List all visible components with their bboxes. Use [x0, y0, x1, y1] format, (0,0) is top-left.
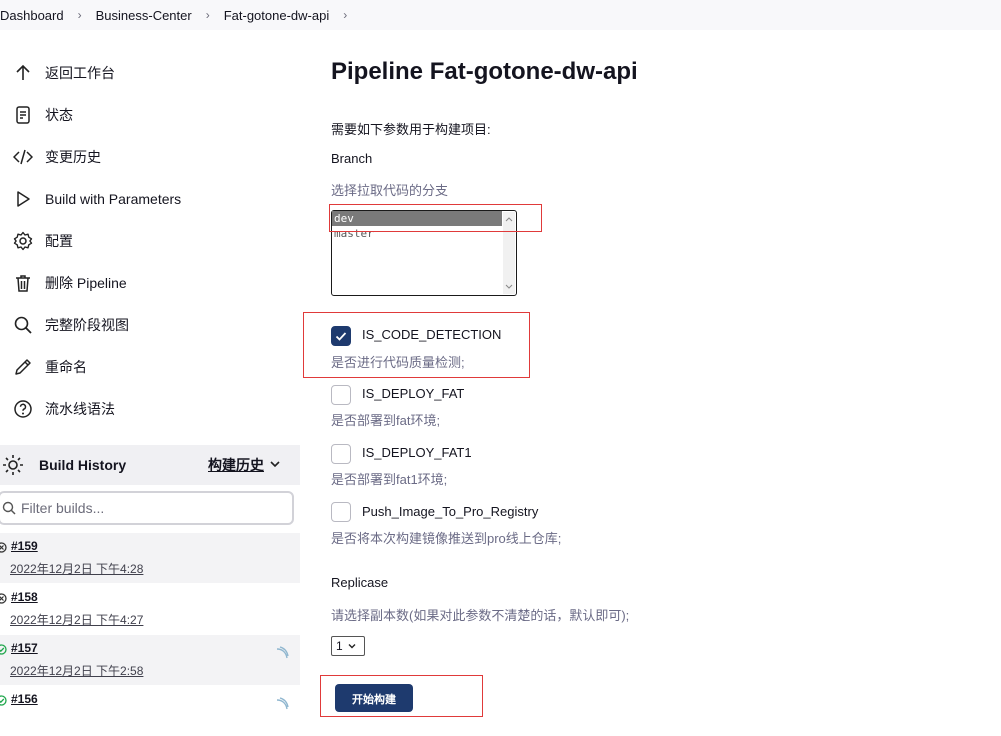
start-build-button[interactable]: 开始构建 — [335, 684, 413, 712]
replicase-select[interactable]: 1 — [331, 636, 365, 656]
build-number-link[interactable]: #159 — [11, 539, 38, 553]
sidebar-item-label: 返回工作台 — [45, 65, 115, 81]
listbox-scrollbar[interactable] — [503, 212, 515, 294]
sidebar: 返回工作台 状态 变更历史 Build with Parameters 配置 删… — [0, 52, 300, 430]
code-icon — [12, 146, 34, 168]
sidebar-item-label: 删除 Pipeline — [45, 275, 127, 291]
branch-select-list[interactable]: dev master — [331, 210, 517, 296]
sidebar-item-changes[interactable]: 变更历史 — [0, 136, 300, 178]
sidebar-item-status[interactable]: 状态 — [0, 94, 300, 136]
page-title: Pipeline Fat-gotone-dw-api — [331, 58, 638, 85]
sidebar-item-label: 流水线语法 — [45, 401, 115, 417]
gear-icon — [12, 230, 34, 252]
filter-builds-placeholder: Filter builds... — [21, 500, 105, 516]
sidebar-item-label: 状态 — [45, 107, 73, 123]
push-image-checkbox[interactable] — [331, 502, 351, 522]
build-number-link[interactable]: #158 — [11, 590, 38, 604]
build-row[interactable]: #157 2022年12月2日 下午2:58 — [0, 635, 300, 685]
is-deploy-fat1-label[interactable]: IS_DEPLOY_FAT1 — [362, 445, 472, 460]
filter-builds-input[interactable]: Filter builds... — [0, 491, 294, 525]
is-deploy-fat-checkbox[interactable] — [331, 385, 351, 405]
breadcrumb: Dashboard › Business-Center › Fat-gotone… — [0, 0, 1001, 30]
sidebar-item-label: 变更历史 — [45, 149, 101, 165]
chevron-down-icon[interactable] — [268, 457, 282, 471]
help-icon — [12, 398, 34, 420]
build-history-title: Build History — [39, 457, 127, 473]
build-number-link[interactable]: #157 — [11, 641, 38, 655]
sidebar-item-delete-pipeline[interactable]: 删除 Pipeline — [0, 262, 300, 304]
push-image-description: 是否将本次构建镜像推送到pro线上仓库; — [331, 531, 562, 546]
build-row[interactable]: #159 2022年12月2日 下午4:28 — [0, 533, 300, 583]
breadcrumb-separator[interactable]: › — [343, 8, 347, 22]
branch-description: 选择拉取代码的分支 — [331, 183, 449, 198]
is-deploy-fat-description: 是否部署到fat环境; — [331, 413, 441, 428]
aborted-status-icon — [0, 591, 7, 604]
sun-weather-icon — [2, 454, 24, 476]
console-output-icon[interactable] — [275, 696, 291, 712]
pencil-icon — [12, 356, 34, 378]
console-output-icon[interactable] — [275, 645, 291, 661]
replicase-label: Replicase — [331, 575, 389, 590]
parameters-intro: 需要如下参数用于构建项目: — [331, 122, 491, 137]
breadcrumb-business-center[interactable]: Business-Center — [96, 8, 192, 23]
sidebar-item-rename[interactable]: 重命名 — [0, 346, 300, 388]
replicase-value: 1 — [336, 639, 343, 653]
build-time[interactable]: 2022年12月2日 下午2:58 — [10, 662, 143, 679]
is-deploy-fat1-description: 是否部署到fat1环境; — [331, 472, 448, 487]
play-icon — [12, 188, 34, 210]
aborted-status-icon — [0, 540, 7, 553]
sidebar-item-label: Build with Parameters — [45, 191, 182, 207]
search-icon — [2, 501, 16, 515]
trash-icon — [12, 272, 34, 294]
sidebar-item-build-with-parameters[interactable]: Build with Parameters — [0, 178, 300, 220]
sidebar-item-label: 完整阶段视图 — [45, 317, 129, 333]
is-deploy-fat-label[interactable]: IS_DEPLOY_FAT — [362, 386, 464, 401]
push-image-label[interactable]: Push_Image_To_Pro_Registry — [362, 504, 538, 519]
is-deploy-fat1-checkbox[interactable] — [331, 444, 351, 464]
branch-option-dev[interactable]: dev — [332, 211, 502, 226]
search-icon — [12, 314, 34, 336]
build-time[interactable]: 2022年12月2日 下午4:27 — [10, 611, 143, 628]
breadcrumb-separator: › — [77, 8, 82, 22]
build-time[interactable]: 2022年12月2日 下午4:28 — [10, 560, 143, 577]
branch-label: Branch — [331, 151, 373, 166]
sidebar-item-pipeline-syntax[interactable]: 流水线语法 — [0, 388, 300, 430]
sidebar-item-back-to-dashboard[interactable]: 返回工作台 — [0, 52, 300, 94]
build-row[interactable]: #156 — [0, 686, 300, 736]
success-status-icon — [0, 642, 7, 655]
build-row[interactable]: #158 2022年12月2日 下午4:27 — [0, 584, 300, 634]
sidebar-item-label: 配置 — [45, 233, 73, 249]
arrow-up-icon — [12, 62, 34, 84]
branch-option-master[interactable]: master — [332, 226, 516, 241]
is-code-detection-label[interactable]: IS_CODE_DETECTION — [362, 327, 501, 342]
breadcrumb-separator: › — [205, 8, 210, 22]
sidebar-item-full-stage-view[interactable]: 完整阶段视图 — [0, 304, 300, 346]
check-icon — [335, 332, 347, 341]
breadcrumb-dashboard[interactable]: Dashboard — [0, 8, 64, 23]
is-code-detection-description: 是否进行代码质量检测; — [331, 355, 465, 370]
build-history-header: Build History 构建历史 — [0, 445, 300, 485]
build-number-link[interactable]: #156 — [11, 692, 38, 706]
replicase-description: 请选择副本数(如果对此参数不清楚的话，默认即可); — [331, 608, 630, 623]
success-status-icon — [0, 693, 7, 706]
sidebar-item-label: 重命名 — [45, 359, 87, 375]
is-code-detection-checkbox[interactable] — [331, 326, 351, 346]
sidebar-item-configure[interactable]: 配置 — [0, 220, 300, 262]
build-trend-link[interactable]: 构建历史 — [208, 455, 264, 475]
breadcrumb-project[interactable]: Fat-gotone-dw-api — [224, 8, 330, 23]
chevron-down-icon — [348, 644, 356, 649]
document-icon — [12, 104, 34, 126]
